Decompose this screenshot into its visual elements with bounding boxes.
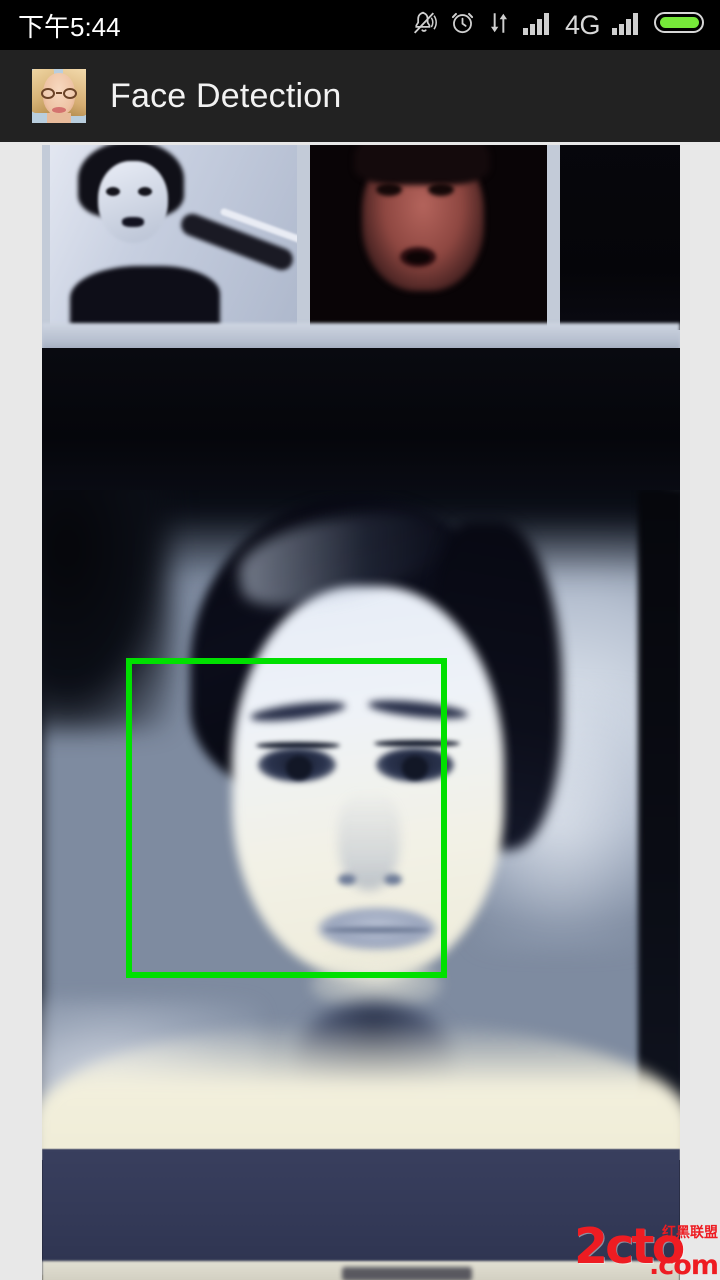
poster-dark-band: [42, 348, 680, 510]
data-transfer-icon: [487, 10, 511, 41]
phone-screen: 下午5:44 4G Face Detection 2cto 红黑联盟 .com: [0, 0, 720, 1280]
network-type-label: 4G: [564, 9, 601, 40]
silent-mode-icon: [410, 9, 438, 42]
face-detection-box: [126, 658, 447, 978]
poster-thumbnail-1: [50, 145, 297, 330]
poster-thumbnail-3: [560, 145, 680, 330]
content-area: [0, 142, 720, 1280]
app-bar: Face Detection: [0, 50, 720, 142]
poster-thumbnail-strip: [42, 145, 680, 353]
alarm-clock-icon: [449, 9, 476, 41]
app-logo-woman-with-glasses-icon: [32, 69, 86, 123]
status-bar: 下午5:44 4G: [0, 0, 720, 50]
status-bar-clock: 下午5:44: [18, 11, 121, 42]
poster-thumbnail-2: [310, 145, 547, 330]
battery-icon: [654, 9, 706, 41]
poster-bottom-band: [42, 1149, 680, 1275]
signal-bars-icon: [522, 10, 554, 41]
signal-bars-2-icon: [611, 10, 643, 41]
page-title: Face Detection: [110, 76, 342, 115]
status-bar-icons: 4G: [410, 9, 706, 42]
